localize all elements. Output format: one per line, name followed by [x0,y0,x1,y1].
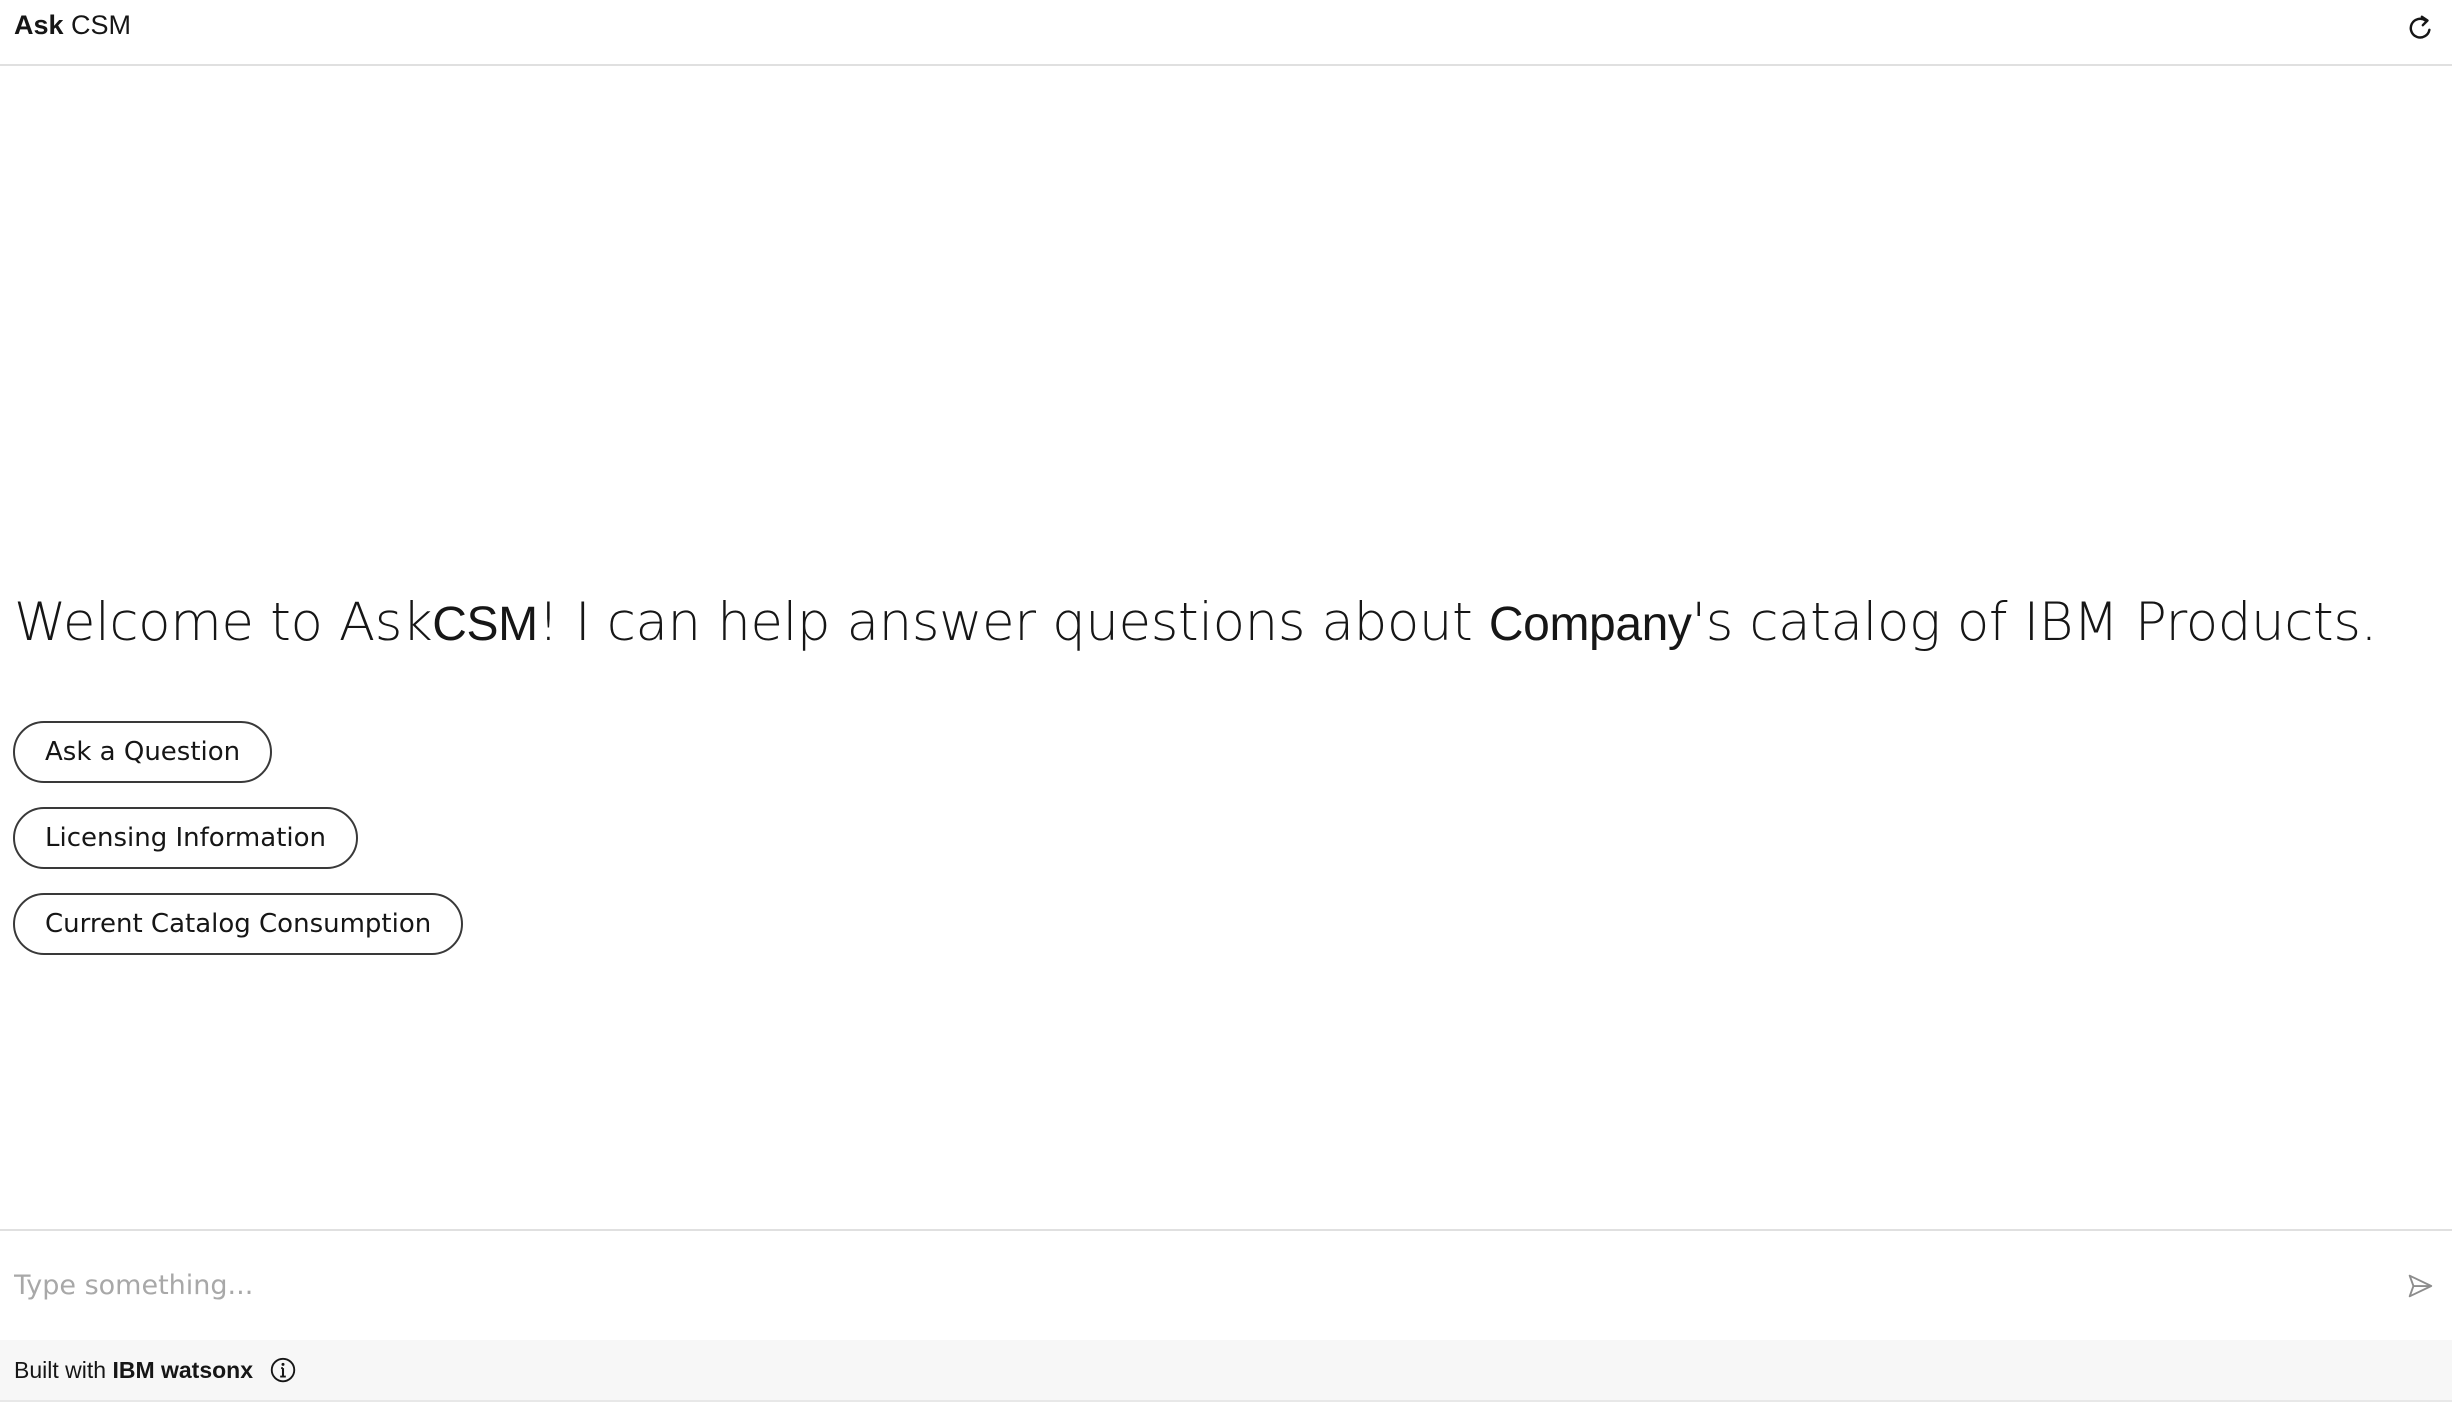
built-with-product: IBM watsonx [112,1356,254,1383]
refresh-icon [2409,15,2431,39]
licensing-information-button[interactable]: Licensing Information [13,807,358,869]
conversation-area: Welcome to AskCSM! I can help answer que… [0,66,2452,1229]
ask-a-question-button[interactable]: Ask a Question [13,721,273,783]
info-button[interactable] [267,1354,299,1386]
message-composer [0,1229,2452,1340]
refresh-button[interactable] [2402,10,2438,46]
message-input[interactable] [14,1260,2398,1311]
welcome-part1: Welcome to Ask [14,592,433,653]
footer: Built with IBM watsonx [0,1340,2452,1402]
send-icon [2408,1274,2433,1297]
app-title-regular: CSM [71,9,132,40]
welcome-part3: 's catalog of IBM Products. [1691,592,2378,653]
app-title: Ask CSM [14,9,132,40]
app-title-bold: Ask [14,9,64,40]
info-icon [270,1357,296,1383]
welcome-message: Welcome to AskCSM! I can help answer que… [14,592,2377,653]
quick-replies: Ask a Question Licensing Information Cur… [13,721,464,955]
send-button[interactable] [2398,1264,2442,1308]
welcome-company: Company [1488,598,1692,651]
built-with-label: Built with IBM watsonx [14,1357,253,1384]
welcome-part2: ! I can help answer questions about [537,592,1489,653]
built-with-prefix: Built with [14,1356,113,1383]
welcome-brand: CSM [432,598,538,651]
current-catalog-consumption-button[interactable]: Current Catalog Consumption [13,893,464,955]
header: Ask CSM [0,0,2452,66]
chat-app: Ask CSM Welcome to AskCSM! I can help an… [0,0,2452,1402]
